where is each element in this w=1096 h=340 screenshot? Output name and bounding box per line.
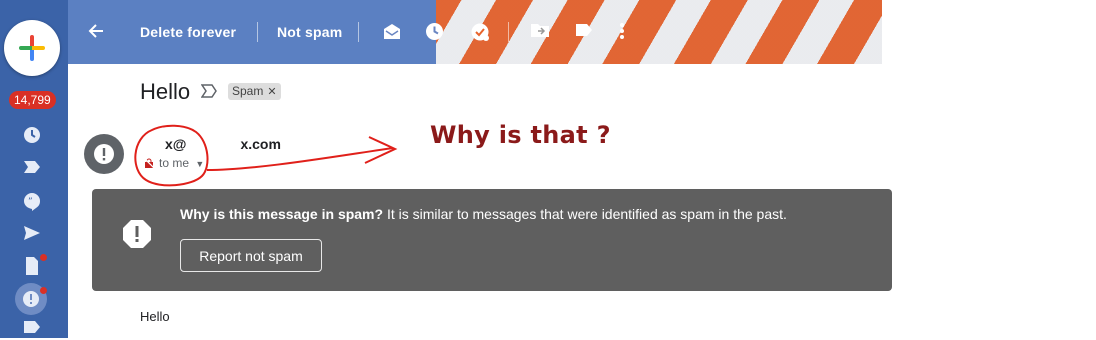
action-toolbar: Delete forever Not spam: [68, 0, 882, 64]
mark-unread-icon[interactable]: [382, 22, 402, 45]
label-icon[interactable]: [575, 22, 593, 42]
compose-button[interactable]: [4, 20, 60, 76]
more-vert-icon[interactable]: [619, 22, 625, 45]
annotation-text: Why is that ?: [430, 121, 611, 149]
theme-background: [436, 0, 882, 64]
left-rail: 14,799 ”: [0, 0, 68, 338]
spam-reason-detail: It is similar to messages that were iden…: [383, 206, 787, 222]
sender-suffix: x.com: [240, 136, 281, 152]
sent-icon[interactable]: [22, 225, 42, 245]
unread-count-badge: 14,799: [9, 91, 56, 109]
sender-address[interactable]: x@ x.com: [165, 136, 281, 152]
snooze-clock-icon[interactable]: [425, 22, 444, 46]
unencrypted-lock-icon: [143, 157, 155, 169]
spam-label-text: Spam: [232, 84, 264, 98]
spam-dot: [40, 287, 47, 294]
spam-reason: Why is this message in spam? It is simil…: [180, 206, 787, 222]
move-to-icon[interactable]: [530, 22, 550, 43]
snoozed-clock-icon[interactable]: [22, 126, 42, 146]
add-task-icon[interactable]: [470, 22, 490, 47]
recipient-details[interactable]: to me ▼: [143, 156, 204, 170]
report-not-spam-button[interactable]: Report not spam: [180, 239, 322, 272]
chevron-down-icon[interactable]: ▼: [195, 159, 204, 169]
arrow-back-icon[interactable]: [87, 22, 105, 45]
spam-label-chip[interactable]: Spam ✕: [228, 83, 281, 100]
recipient-text: to me: [159, 156, 190, 170]
drafts-dot: [40, 254, 47, 261]
sender-avatar: [84, 134, 124, 174]
drafts-icon[interactable]: [22, 256, 42, 276]
spam-reason-title: Why is this message in spam?: [180, 206, 384, 222]
delete-forever-button[interactable]: Delete forever: [140, 24, 236, 40]
sender-prefix: x@: [165, 136, 187, 152]
important-label-icon[interactable]: [22, 160, 42, 180]
chat-icon[interactable]: ”: [22, 192, 42, 212]
spam-warning-banner: Why is this message in spam? It is simil…: [92, 189, 892, 291]
not-spam-button[interactable]: Not spam: [277, 24, 342, 40]
warning-icon: [122, 219, 152, 249]
importance-marker-icon[interactable]: [200, 84, 217, 98]
message-subject: Hello: [140, 79, 191, 104]
message-body: Hello: [140, 309, 170, 324]
label-icon[interactable]: [22, 320, 42, 340]
remove-label-icon[interactable]: ✕: [267, 86, 276, 98]
svg-text:”: ”: [28, 197, 33, 207]
